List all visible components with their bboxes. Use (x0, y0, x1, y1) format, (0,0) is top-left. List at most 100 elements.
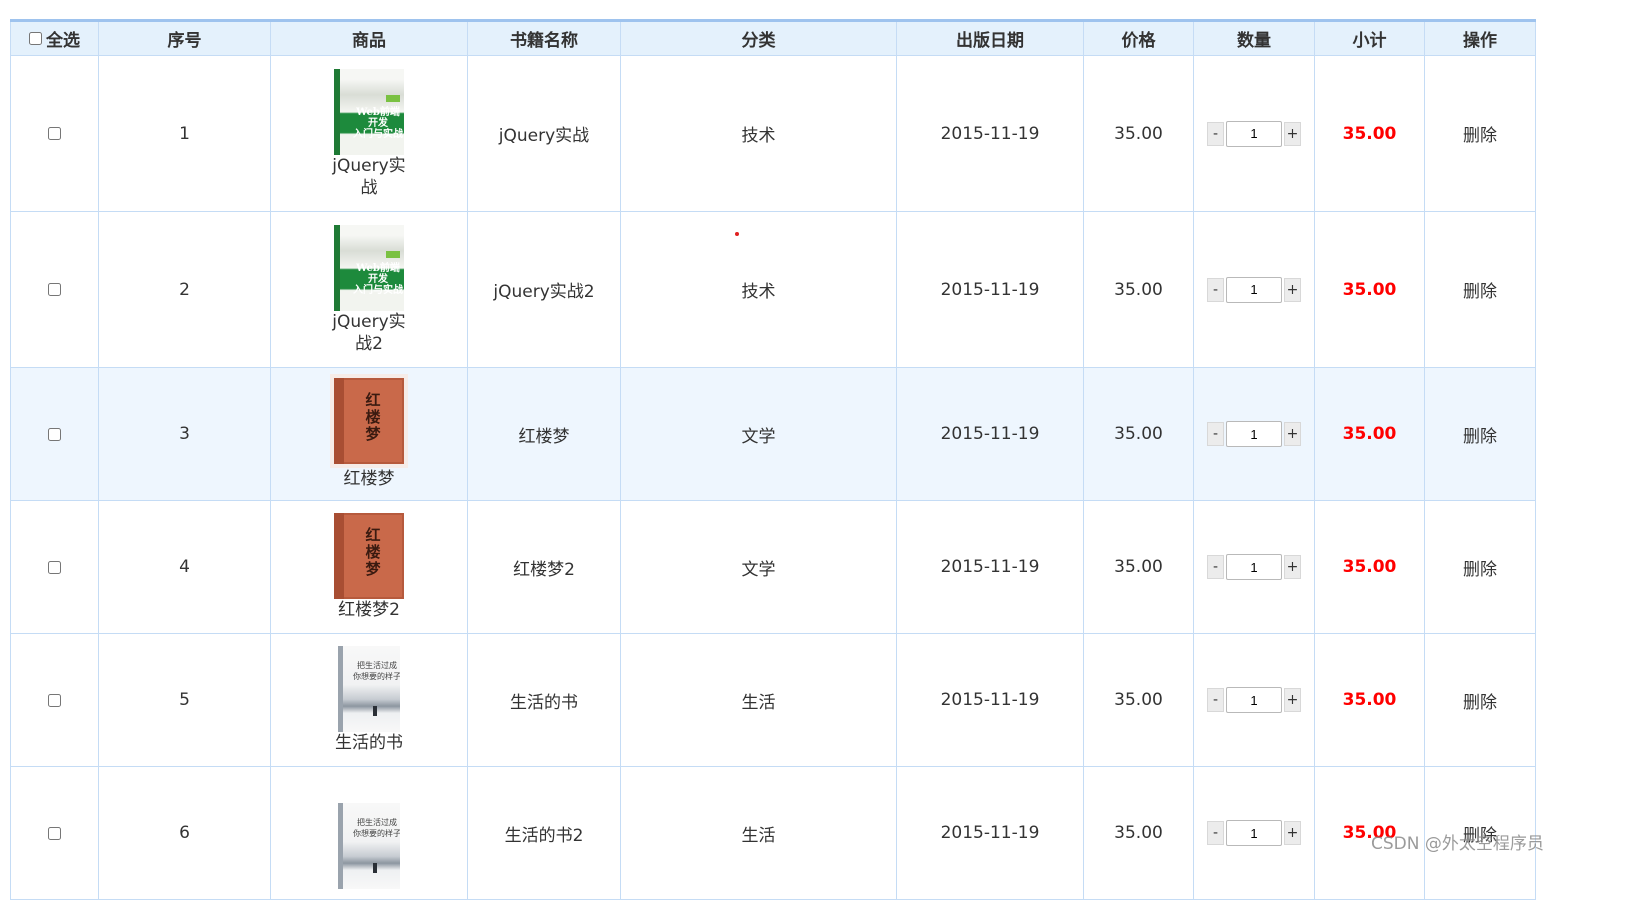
publish-date: 2015-11-19 (896, 633, 1084, 767)
product-cell: 红楼梦 红楼梦2 (270, 500, 468, 634)
product-name: 生活的书 (335, 733, 403, 753)
price: 35.00 (1083, 367, 1194, 501)
select-all-header: 全选 (10, 20, 99, 56)
publish-date: 2015-11-19 (896, 500, 1084, 634)
quantity-input[interactable] (1226, 820, 1282, 846)
increase-button[interactable]: + (1284, 688, 1301, 712)
decrease-button[interactable]: - (1207, 821, 1224, 845)
decrease-button[interactable]: - (1207, 277, 1224, 302)
product-cell: Web前端开发 入门与实战 jQuery实战 (270, 55, 468, 212)
hongloumeng-book-cover[interactable]: 红楼梦 (334, 513, 404, 599)
product-name: 红楼梦 (343, 469, 395, 489)
book-name: 红楼梦2 (467, 500, 621, 634)
row-checkbox[interactable] (48, 560, 61, 574)
delete-link[interactable]: 删除 (1463, 693, 1497, 713)
action-cell: 删除 (1424, 500, 1536, 634)
delete-link[interactable]: 删除 (1463, 126, 1497, 146)
increase-button[interactable]: + (1284, 422, 1301, 446)
row-index: 4 (98, 500, 271, 634)
quantity-cell: - + (1193, 367, 1315, 501)
decrease-button[interactable]: - (1207, 688, 1224, 712)
quantity-input[interactable] (1226, 687, 1282, 713)
select-all-checkbox[interactable] (29, 32, 42, 45)
action-cell: 删除 (1424, 55, 1536, 212)
category: 技术 (620, 55, 897, 212)
category: 生活 (620, 633, 897, 767)
quantity-input[interactable] (1226, 276, 1282, 303)
row-index: 3 (98, 367, 271, 501)
product-cell: 红楼梦 红楼梦 (270, 367, 468, 501)
product-name: jQuery实战 (332, 155, 406, 198)
row-select-cell (10, 500, 99, 634)
book-name: 生活的书2 (467, 766, 621, 900)
category: 文学 (620, 500, 897, 634)
quantity-input[interactable] (1226, 554, 1282, 580)
price: 35.00 (1083, 211, 1194, 368)
row-checkbox[interactable] (48, 826, 61, 840)
table-body: 1 Web前端开发 入门与实战 jQuery实战 jQuery实战 技术 2015… (10, 55, 1536, 900)
life-book-cover[interactable]: 把生活过成 你想要的样子 (338, 646, 400, 732)
category-header: 分类 (620, 20, 897, 56)
product-cell: 把生活过成 你想要的样子 生活的书 (270, 633, 468, 767)
table-row: 2 Web前端开发 入门与实战 jQuery实战2 jQuery实战2 技术 20… (10, 211, 1536, 368)
decrease-button[interactable]: - (1207, 555, 1224, 579)
product-name: 红楼梦2 (338, 600, 400, 620)
quantity-header: 数量 (1193, 20, 1315, 56)
delete-link[interactable]: 删除 (1463, 560, 1497, 580)
category: 技术 (620, 211, 897, 368)
increase-button[interactable]: + (1284, 121, 1301, 146)
quantity-cell: - + (1193, 766, 1315, 900)
row-checkbox[interactable] (48, 283, 61, 296)
quantity-cell: - + (1193, 55, 1315, 212)
row-checkbox[interactable] (48, 127, 61, 140)
row-index: 2 (98, 211, 271, 368)
jquery-book-cover[interactable]: Web前端开发 入门与实战 (334, 68, 404, 155)
subtotal-header: 小计 (1314, 20, 1425, 56)
action-cell: 删除 (1424, 211, 1536, 368)
quantity-stepper: - + (1207, 687, 1301, 713)
price: 35.00 (1083, 766, 1194, 900)
select-all-label[interactable]: 全选 (29, 26, 80, 51)
subtotal: 35.00 (1314, 633, 1425, 767)
row-select-cell (10, 633, 99, 767)
book-name-header: 书籍名称 (467, 20, 621, 56)
increase-button[interactable]: + (1284, 555, 1301, 579)
quantity-stepper: - + (1207, 120, 1301, 147)
book-name: jQuery实战2 (467, 211, 621, 368)
quantity-cell: - + (1193, 211, 1315, 368)
decrease-button[interactable]: - (1207, 121, 1224, 146)
row-checkbox[interactable] (48, 427, 61, 441)
row-checkbox[interactable] (48, 693, 61, 707)
quantity-input[interactable] (1226, 120, 1282, 147)
delete-link[interactable]: 删除 (1463, 427, 1497, 447)
hongloumeng-book-cover[interactable]: 红楼梦 (334, 378, 404, 464)
quantity-stepper: - + (1207, 421, 1301, 447)
price: 35.00 (1083, 633, 1194, 767)
row-index: 6 (98, 766, 271, 900)
row-select-cell (10, 55, 99, 212)
table-row: 1 Web前端开发 入门与实战 jQuery实战 jQuery实战 技术 2015… (10, 55, 1536, 212)
delete-link[interactable]: 删除 (1463, 282, 1497, 302)
action-cell: 删除 (1424, 633, 1536, 767)
row-select-cell (10, 211, 99, 368)
increase-button[interactable]: + (1284, 277, 1301, 302)
quantity-cell: - + (1193, 633, 1315, 767)
price-header: 价格 (1083, 20, 1194, 56)
price: 35.00 (1083, 500, 1194, 634)
category: 文学 (620, 367, 897, 501)
product-cell: 把生活过成 你想要的样子 (270, 766, 468, 900)
quantity-stepper: - + (1207, 276, 1301, 303)
quantity-cell: - + (1193, 500, 1315, 634)
increase-button[interactable]: + (1284, 821, 1301, 845)
publish-date: 2015-11-19 (896, 55, 1084, 212)
quantity-input[interactable] (1226, 421, 1282, 447)
row-select-cell (10, 367, 99, 501)
life-book-cover[interactable]: 把生活过成 你想要的样子 (338, 803, 400, 889)
jquery-book-cover[interactable]: Web前端开发 入门与实战 (334, 224, 404, 311)
product-header: 商品 (270, 20, 468, 56)
table-row: 5 把生活过成 你想要的样子 生活的书 生活的书 生活 2015-11-19 35… (10, 633, 1536, 767)
quantity-stepper: - + (1207, 554, 1301, 580)
price: 35.00 (1083, 55, 1194, 212)
decrease-button[interactable]: - (1207, 422, 1224, 446)
table-row: 3 红楼梦 红楼梦 红楼梦 文学 2015-11-19 35.00 - + (10, 367, 1536, 501)
